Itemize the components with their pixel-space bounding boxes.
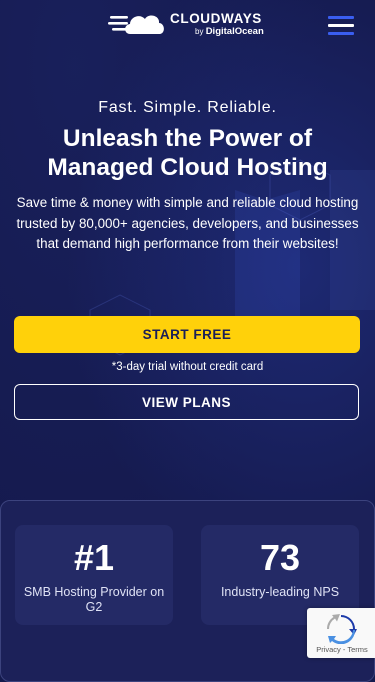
view-plans-button[interactable]: VIEW PLANS [14,384,359,420]
recaptcha-icon [326,614,357,644]
brand-wordmark: CLOUDWAYS by DigitalOcean [170,10,264,37]
brand-partner-name: DigitalOcean [205,26,264,37]
stat-label: Industry-leading NPS [220,585,340,599]
hero-headline: Unleash the Power of Managed Cloud Hosti… [47,125,328,181]
recaptcha-privacy-link[interactable]: Privacy [316,645,341,654]
brand-name: CLOUDWAYS [170,10,262,26]
trial-note: *3-day trial without credit card [111,361,264,373]
brand-logo[interactable]: CLOUDWAYS by DigitalOcean [108,10,264,38]
menu-line-top [328,16,354,19]
recaptcha-terms-link[interactable]: Terms [347,645,367,654]
cloud-speed-icon [108,15,164,34]
menu-line-bottom [328,32,354,35]
stat-label: SMB Hosting Provider on G2 [23,585,165,614]
stat-value: 73 [259,537,301,578]
hero-description: Save time & money with simple and reliab… [16,195,359,251]
stat-card-g2: #1 SMB Hosting Provider on G2 [15,525,173,625]
recaptcha-badge[interactable]: Privacy - Terms [307,608,375,658]
site-header: CLOUDWAYS by DigitalOcean [0,0,375,52]
start-free-button[interactable]: START FREE [14,316,360,353]
stat-value: #1 [73,537,115,578]
brand-partner: by DigitalOcean [195,27,264,37]
hero-tagline: Fast. Simple. Reliable. [98,99,277,116]
recaptcha-links: Privacy - Terms [307,645,375,654]
hamburger-menu-icon[interactable] [328,16,354,36]
menu-line-middle [328,24,354,27]
brand-by-text: by [195,27,204,36]
